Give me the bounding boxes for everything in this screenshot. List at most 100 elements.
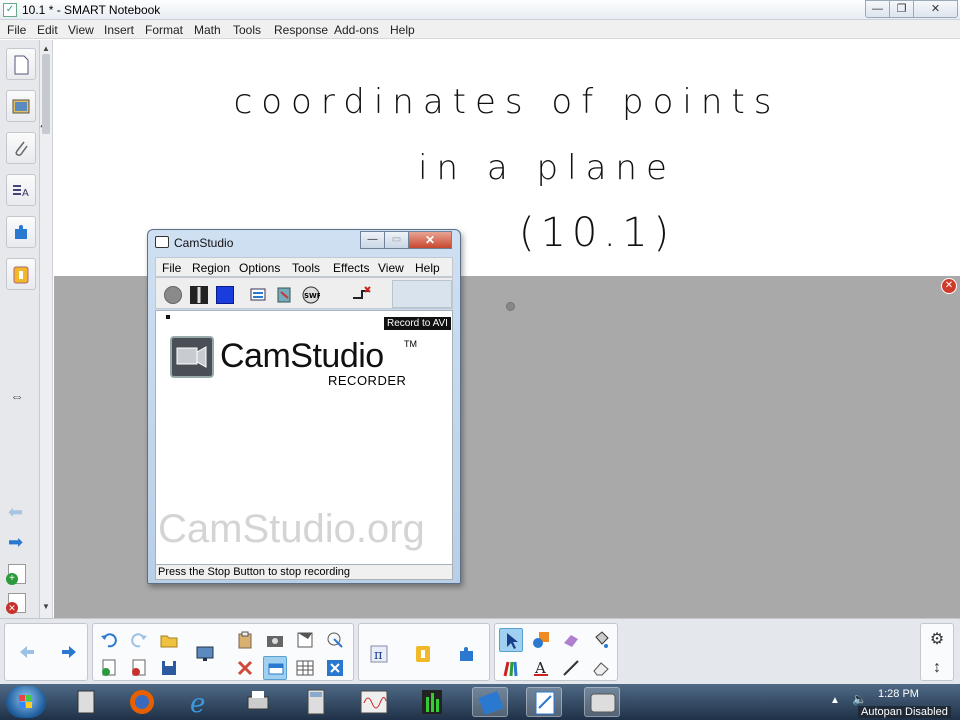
svg-text:A: A <box>22 188 29 199</box>
settings-gear-icon[interactable]: ⚙ <box>925 628 949 652</box>
smart-notebook-taskbar-icon[interactable] <box>526 687 562 717</box>
taskbar-app-bunny-icon[interactable] <box>68 687 104 717</box>
handwritten-line-2[interactable]: in a plane <box>54 148 960 188</box>
cam-menu-effects[interactable]: Effects <box>333 261 369 275</box>
scroll-up-icon[interactable]: ▲ <box>42 44 50 53</box>
add-page-icon[interactable]: + <box>6 564 26 585</box>
pen-recognition-button[interactable] <box>323 628 347 652</box>
toolbar-spacer <box>392 280 452 308</box>
undo-button[interactable] <box>97 628 121 652</box>
back-arrow-icon <box>20 646 34 658</box>
delete-page-icon[interactable]: ✕ <box>6 593 26 614</box>
tab-addons[interactable] <box>6 216 36 248</box>
firefox-icon[interactable] <box>124 687 160 717</box>
handwritten-line-1[interactable]: coordinates of points <box>54 82 960 122</box>
printer-app-icon[interactable] <box>240 687 276 717</box>
start-button[interactable] <box>6 686 46 718</box>
tab-attachments[interactable] <box>6 132 36 164</box>
pens-tool-button[interactable] <box>499 656 523 680</box>
swf-icon[interactable]: SWF <box>302 286 322 304</box>
shapes-tool-button[interactable] <box>529 628 553 652</box>
tab-response[interactable] <box>6 258 36 290</box>
pause-button[interactable] <box>190 286 208 304</box>
close-shade-icon[interactable]: ✕ <box>941 278 957 294</box>
scrollbar-thumb[interactable] <box>42 54 50 134</box>
resize-arrows-icon[interactable]: ⇔ <box>10 388 24 404</box>
clock[interactable]: 1:28 PM <box>878 688 919 700</box>
redo-button[interactable] <box>127 628 151 652</box>
cam-menu-help[interactable]: Help <box>415 261 440 275</box>
delete-page-button[interactable] <box>127 656 151 680</box>
cam-menu-options[interactable]: Options <box>239 261 280 275</box>
camstudio-taskbar-icon[interactable] <box>584 687 620 717</box>
addons-button[interactable] <box>455 642 479 666</box>
cam-menu-tools[interactable]: Tools <box>292 261 320 275</box>
tab-properties[interactable]: A <box>6 174 36 206</box>
eraser-tool-button[interactable] <box>589 656 613 680</box>
next-page-button[interactable] <box>57 640 81 664</box>
add-page-button[interactable] <box>97 656 121 680</box>
audio-meter-icon[interactable] <box>414 687 450 717</box>
record-button[interactable] <box>164 286 182 304</box>
camera-icon <box>267 636 283 647</box>
region-icon[interactable] <box>250 286 268 304</box>
menu-tools[interactable]: Tools <box>233 23 261 37</box>
close-window-button[interactable] <box>323 656 347 680</box>
previous-page-button[interactable] <box>15 640 39 664</box>
math-tools-button[interactable]: π <box>367 642 391 666</box>
pens-icon <box>503 661 518 677</box>
minimize-button[interactable]: — <box>865 0 890 18</box>
line-tool-button[interactable] <box>559 656 583 680</box>
menu-response[interactable]: Response <box>274 23 328 37</box>
scroll-down-icon[interactable]: ▼ <box>42 602 50 611</box>
select-tool-button[interactable] <box>499 628 523 652</box>
stop-button[interactable] <box>216 286 234 304</box>
camstudio-close-button[interactable]: ✕ <box>408 231 452 249</box>
capture-button[interactable] <box>263 628 287 652</box>
menu-addons[interactable]: Add-ons <box>334 23 379 37</box>
windows-taskbar: e ▲ 🔈 1:28 PM <box>0 684 960 720</box>
tab-page-sorter[interactable] <box>6 48 36 80</box>
screen-shade-button[interactable] <box>293 628 317 652</box>
tray-expand-icon[interactable]: ▲ <box>830 695 840 706</box>
fill-tool-button[interactable] <box>589 628 613 652</box>
internet-explorer-icon[interactable]: e <box>182 687 218 719</box>
save-button[interactable] <box>157 656 181 680</box>
next-page-arrow-icon[interactable]: ➡ <box>8 532 23 553</box>
restore-button[interactable]: ❐ <box>889 0 914 18</box>
menu-math[interactable]: Math <box>194 23 221 37</box>
close-button[interactable]: ✕ <box>913 0 958 18</box>
menu-file[interactable]: File <box>7 23 26 37</box>
cam-menu-region[interactable]: Region <box>192 261 230 275</box>
delete-button[interactable] <box>233 656 257 680</box>
camstudio-maximize-button[interactable]: ▭ <box>384 231 409 249</box>
response-button[interactable] <box>411 642 435 666</box>
paste-button[interactable] <box>233 628 257 652</box>
open-file-button[interactable] <box>157 628 181 652</box>
menu-insert[interactable]: Insert <box>104 23 134 37</box>
calculator-icon[interactable] <box>298 687 334 717</box>
tab-gallery[interactable] <box>6 90 36 122</box>
show-hide-screen-shade-button[interactable] <box>263 656 287 680</box>
windows-logo-icon <box>19 695 32 708</box>
sidebar-resize-handle[interactable]: ≡ ⯁ ▲ ▼ <box>40 40 53 620</box>
menu-view[interactable]: View <box>68 23 94 37</box>
menu-edit[interactable]: Edit <box>37 23 58 37</box>
text-tool-button[interactable]: A <box>529 656 553 680</box>
cam-menu-view[interactable]: View <box>378 261 404 275</box>
move-toolbar-icon[interactable]: ↕ <box>925 656 949 680</box>
screen-display-button[interactable] <box>193 642 217 666</box>
camstudio-minimize-button[interactable]: — <box>360 231 385 249</box>
volume-icon[interactable]: 🔈 <box>852 692 867 706</box>
oscilloscope-app-icon[interactable] <box>356 687 392 717</box>
menu-help[interactable]: Help <box>390 23 415 37</box>
creative-pen-button[interactable] <box>559 628 583 652</box>
annotation-icon[interactable] <box>276 286 294 304</box>
menu-format[interactable]: Format <box>145 23 183 37</box>
smart-board-tools-icon[interactable] <box>472 687 508 717</box>
cam-menu-file[interactable]: File <box>162 261 181 275</box>
previous-page-arrow-icon[interactable]: ⬅ <box>8 502 23 523</box>
add-page-icon <box>102 659 116 676</box>
table-button[interactable] <box>293 656 317 680</box>
autopan-icon[interactable] <box>352 286 371 304</box>
